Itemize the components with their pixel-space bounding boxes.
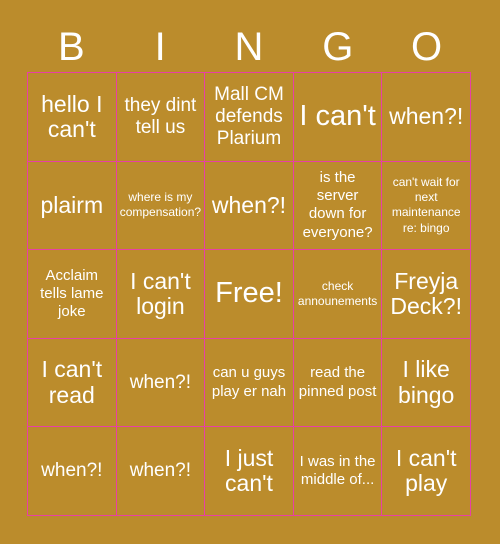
bingo-cell[interactable]: I can't read — [28, 338, 117, 428]
bingo-cell[interactable]: I can't login — [116, 250, 206, 339]
bingo-cell-label: I can't login — [130, 267, 191, 319]
bingo-cell[interactable]: when?! — [116, 338, 206, 428]
bingo-cell[interactable]: read the pinned post — [293, 338, 383, 428]
bingo-cell[interactable]: can u guys play er nah — [205, 338, 294, 428]
bingo-cell[interactable]: when?! — [28, 427, 117, 516]
bingo-cell[interactable]: when?! — [205, 161, 294, 251]
bingo-cell-label: when?! — [389, 103, 464, 130]
bingo-cell-label: when?! — [41, 460, 103, 482]
bingo-cell[interactable]: hello I can't — [28, 73, 117, 162]
bingo-cell[interactable]: when?! — [382, 73, 471, 162]
bingo-cell-free[interactable]: Free! — [205, 250, 294, 339]
bingo-cell[interactable]: check announements — [293, 250, 383, 339]
bingo-cell-label: plairm — [40, 191, 104, 218]
bingo-cell[interactable]: I can't play — [382, 427, 471, 516]
header-letter-n: N — [234, 25, 264, 69]
bingo-cell-label: hello I can't — [41, 90, 103, 142]
bingo-cell[interactable]: is the server down for everyone? — [293, 161, 383, 251]
bingo-cell-label: Freyja Deck?! — [390, 267, 462, 319]
bingo-cell-label: when?! — [129, 460, 192, 482]
bingo-cell[interactable]: I just can't — [205, 427, 294, 516]
bingo-cell-label: I was in the middle of... — [299, 452, 376, 489]
bingo-cell[interactable]: can't wait for next maintenance re: bing… — [382, 161, 471, 251]
bingo-cell-label: I just can't — [224, 444, 274, 497]
bingo-cell[interactable]: Acclaim tells lame joke — [28, 250, 117, 339]
bingo-header: B I N G O — [27, 22, 471, 72]
bingo-cell-label: is the server down for everyone? — [302, 168, 373, 241]
header-letter-g: G — [322, 25, 354, 69]
header-letter-b: B — [58, 25, 85, 69]
bingo-cell[interactable]: they dint tell us — [116, 73, 206, 162]
bingo-cell[interactable]: I like bingo — [382, 338, 471, 428]
bingo-cell-label: read the pinned post — [298, 364, 377, 400]
bingo-cell-label: I can't play — [395, 444, 457, 497]
bingo-cell-label: I can't read — [41, 356, 103, 408]
bingo-cell-label: I like bingo — [398, 356, 455, 408]
bingo-cell-label: where is my compensation? — [119, 190, 202, 220]
header-letter-i: I — [154, 25, 166, 69]
bingo-cell-label: check announements — [297, 278, 378, 308]
bingo-card: B I N G O hello I can't they dint tell u… — [0, 0, 500, 544]
bingo-cell-label: Free! — [215, 277, 283, 310]
bingo-cell-label: Acclaim tells lame joke — [40, 266, 104, 321]
bingo-cell[interactable]: Freyja Deck?! — [382, 250, 471, 339]
bingo-cell-label: when?! — [211, 191, 287, 218]
bingo-cell[interactable]: plairm — [28, 161, 117, 251]
bingo-cell-label: Mall CM defends Plarium — [214, 84, 284, 149]
bingo-cell[interactable]: where is my compensation? — [116, 161, 206, 251]
bingo-cell[interactable]: I was in the middle of... — [293, 427, 383, 516]
bingo-cell[interactable]: Mall CM defends Plarium — [205, 73, 294, 162]
bingo-cell-label: when?! — [129, 371, 192, 393]
bingo-grid: hello I can't they dint tell us Mall CM … — [27, 72, 471, 516]
bingo-cell[interactable]: I can't — [293, 73, 383, 162]
bingo-cell-label: can't wait for next maintenance re: bing… — [391, 174, 461, 235]
bingo-cell-label: can u guys play er nah — [211, 364, 287, 400]
bingo-cell[interactable]: when?! — [116, 427, 206, 516]
bingo-cell-label: they dint tell us — [124, 95, 197, 138]
bingo-cell-label: I can't — [299, 100, 376, 133]
header-letter-o: O — [411, 25, 443, 69]
